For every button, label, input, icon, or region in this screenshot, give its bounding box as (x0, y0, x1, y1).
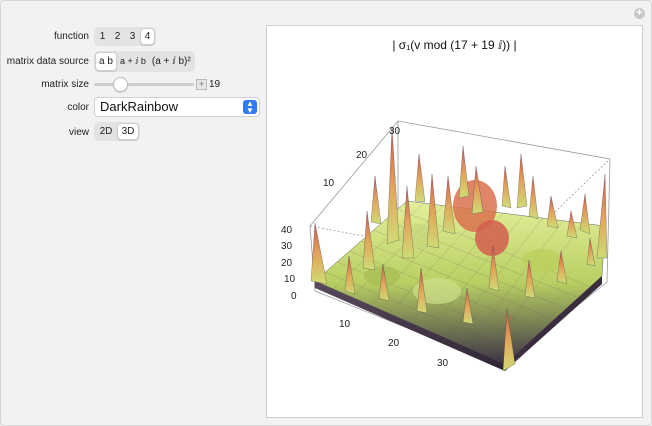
z-tick-0: 0 (291, 291, 297, 302)
color-label: color (67, 102, 89, 113)
function-option-1[interactable]: 1 (95, 28, 110, 45)
color-select[interactable]: DarkRainbow ▲ ▼ (94, 97, 260, 117)
z-tick-20: 20 (281, 258, 293, 269)
back-tick-20: 20 (356, 150, 368, 161)
z-tick-10: 10 (284, 274, 296, 285)
z-tick-40: 40 (281, 225, 293, 236)
front-tick-20: 20 (388, 338, 400, 349)
plot-panel: | σ₁(v mod (17 + 19 ⅈ)) | 40 30 20 10 0 … (266, 25, 643, 418)
function-option-3[interactable]: 3 (125, 28, 140, 45)
matrix-size-slider-thumb[interactable] (113, 77, 128, 92)
source-option-a-plus-ib-squared[interactable]: (a + ⅈ b)² (149, 52, 194, 71)
matrix-data-source-selector: a b a + ⅈ b (a + ⅈ b)² (94, 51, 195, 72)
z-tick-30: 30 (281, 241, 293, 252)
view-selector: 2D 3D (94, 122, 140, 141)
options-plus-icon[interactable]: + (634, 8, 645, 19)
view-option-2d[interactable]: 2D (95, 123, 117, 140)
matrix-size-slider-track[interactable] (94, 83, 194, 86)
function-option-2[interactable]: 2 (110, 28, 125, 45)
back-axis-ticks: 30 20 10 (323, 126, 401, 189)
front-tick-10: 10 (339, 319, 351, 330)
matrix-size-value: 19 (209, 79, 221, 90)
z-axis-ticks: 40 30 20 10 0 (281, 225, 297, 302)
matrix-size-label: matrix size (41, 79, 89, 90)
function-label: function (53, 31, 89, 42)
surface-plot[interactable]: 40 30 20 10 0 30 20 10 10 20 30 (267, 26, 642, 417)
back-tick-30: 30 (389, 126, 401, 137)
view-option-3d[interactable]: 3D (117, 123, 139, 140)
function-selector: 1 2 3 4 (94, 27, 156, 46)
function-option-4[interactable]: 4 (140, 28, 155, 45)
matrix-data-source-label: matrix data source (6, 56, 89, 67)
view-label: view (68, 127, 89, 138)
back-tick-10: 10 (323, 178, 335, 189)
color-select-value: DarkRainbow (100, 99, 179, 114)
app-window: + function 1 2 3 4 matrix data source a … (0, 0, 652, 426)
front-tick-30: 30 (437, 358, 449, 369)
select-arrows-icon: ▲ ▼ (243, 100, 257, 115)
source-option-ab[interactable]: a b (95, 52, 117, 71)
source-option-a-plus-ib[interactable]: a + ⅈ b (117, 52, 149, 71)
matrix-size-plus-icon[interactable]: + (196, 79, 207, 90)
